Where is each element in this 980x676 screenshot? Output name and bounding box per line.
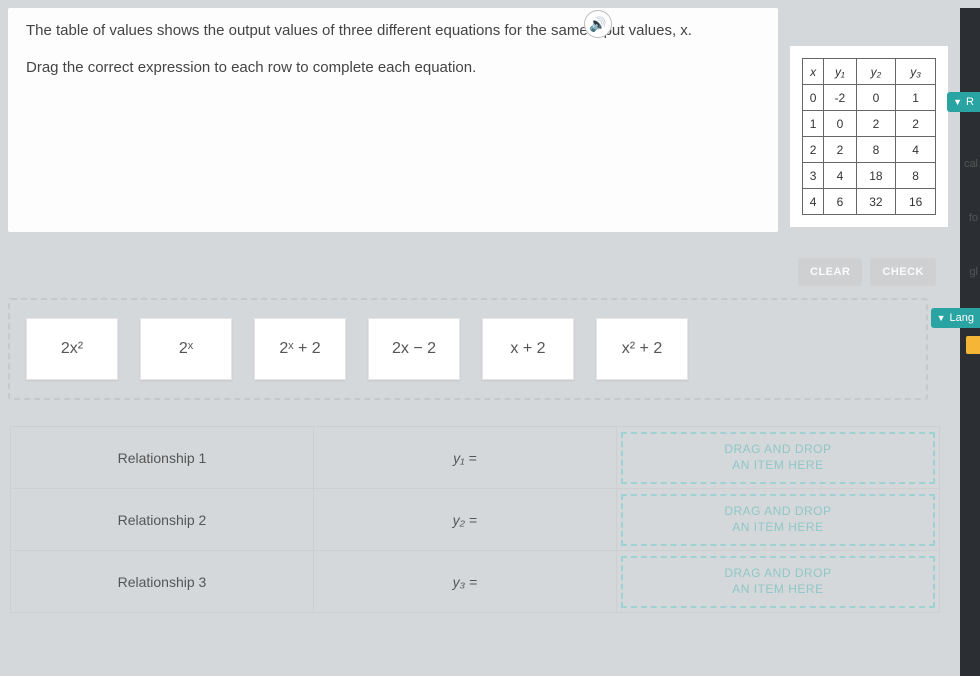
clear-button[interactable]: CLEAR: [798, 258, 862, 286]
col-y1: y₁: [824, 59, 856, 85]
tile-2-to-x-plus-2[interactable]: 2ˣ + 2: [254, 318, 346, 380]
table-row: 1022: [803, 111, 936, 137]
chevron-down-icon: ▼: [937, 313, 946, 323]
tile-2x-minus-2[interactable]: 2x − 2: [368, 318, 460, 380]
prompt-line-1: The table of values shows the output val…: [26, 20, 760, 43]
relationship-label: Relationship 1: [11, 427, 314, 489]
rail-label-cal: cal: [964, 158, 978, 170]
drop-zone-y3[interactable]: DRAG AND DROPAN ITEM HERE: [621, 556, 935, 608]
chevron-down-icon: ▼: [953, 97, 962, 107]
table-row: 463216: [803, 189, 936, 215]
tile-2x-squared[interactable]: 2x²: [26, 318, 118, 380]
equation-label: y₂ =: [313, 489, 616, 551]
col-y2: y₂: [856, 59, 896, 85]
equation-label: y₃ =: [313, 551, 616, 613]
table-row: 2284: [803, 137, 936, 163]
tile-x-squared-plus-2[interactable]: x² + 2: [596, 318, 688, 380]
tile-x-plus-2[interactable]: x + 2: [482, 318, 574, 380]
equation-label: y₁ =: [313, 427, 616, 489]
col-x: x: [803, 59, 824, 85]
rail-label-fo: fo: [969, 212, 978, 224]
tile-2-to-x[interactable]: 2ˣ: [140, 318, 232, 380]
answer-table: Relationship 1 y₁ = DRAG AND DROPAN ITEM…: [10, 426, 940, 613]
col-y3: y₃: [896, 59, 936, 85]
drop-zone-y2[interactable]: DRAG AND DROPAN ITEM HERE: [621, 494, 935, 546]
question-prompt: The table of values shows the output val…: [8, 8, 778, 232]
relationship-label: Relationship 2: [11, 489, 314, 551]
drop-zone-y1[interactable]: DRAG AND DROPAN ITEM HERE: [621, 432, 935, 484]
rail-chip-lang[interactable]: ▼Lang: [931, 308, 980, 328]
prompt-line-2: Drag the correct expression to each row …: [26, 57, 760, 80]
audio-button[interactable]: 🔊: [584, 10, 612, 38]
rail-label-gl: gl: [969, 266, 978, 278]
rail-chip-en[interactable]: [966, 336, 980, 354]
table-row: 0-201: [803, 85, 936, 111]
table-row: 34188: [803, 163, 936, 189]
values-table: x y₁ y₂ y₃ 0-201 1022 2284 34188 463216: [802, 58, 936, 215]
check-button[interactable]: CHECK: [870, 258, 936, 286]
rail-chip-r[interactable]: ▼R: [947, 92, 980, 112]
values-table-container: x y₁ y₂ y₃ 0-201 1022 2284 34188 463216: [790, 46, 948, 227]
speaker-icon: 🔊: [589, 16, 606, 33]
relationship-label: Relationship 3: [11, 551, 314, 613]
draggable-tiles-tray: 2x² 2ˣ 2ˣ + 2 2x − 2 x + 2 x² + 2: [8, 298, 928, 400]
